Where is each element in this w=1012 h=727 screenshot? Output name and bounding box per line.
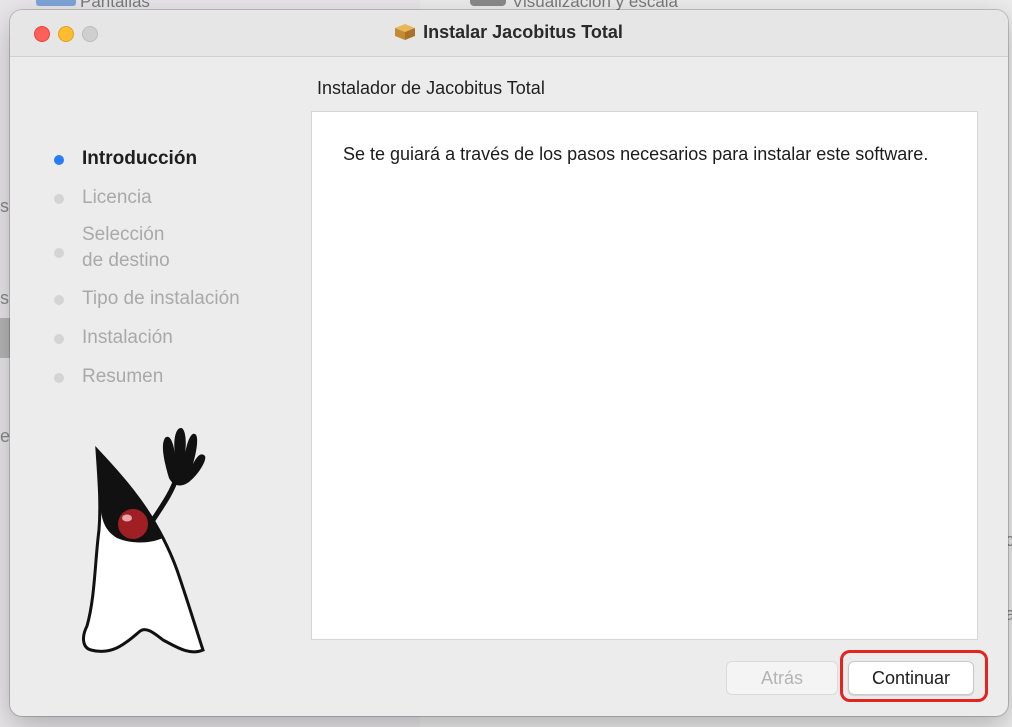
continue-highlight bbox=[840, 650, 988, 702]
background-letter: s bbox=[0, 288, 9, 308]
step-indicator bbox=[54, 334, 64, 344]
step-indicator bbox=[54, 155, 64, 165]
window-title: Instalar Jacobitus Total bbox=[10, 22, 1008, 43]
background-toggle bbox=[470, 0, 506, 6]
background-letter: s bbox=[0, 196, 9, 216]
window-title-text: Instalar Jacobitus Total bbox=[423, 22, 623, 42]
step-indicator bbox=[54, 373, 64, 383]
background-letter: e bbox=[0, 426, 11, 446]
introduction-text: Se te guiará a través de los pasos neces… bbox=[343, 144, 929, 164]
duke-mascot-icon bbox=[82, 428, 206, 654]
installer-subtitle: Instalador de Jacobitus Total bbox=[317, 78, 545, 98]
step-indicator bbox=[54, 194, 64, 204]
step-label: Tipo de instalación bbox=[82, 288, 240, 309]
step-label: Licencia bbox=[82, 187, 152, 208]
step-label: Selección de destino bbox=[82, 224, 170, 271]
title-bar: Instalar Jacobitus Total bbox=[10, 10, 1008, 57]
background-selection bbox=[0, 318, 10, 358]
back-button[interactable]: Atrás bbox=[726, 661, 838, 695]
step-label: Introducción bbox=[82, 148, 198, 169]
display-icon bbox=[36, 0, 76, 6]
package-icon bbox=[395, 24, 416, 40]
step-label: Resumen bbox=[82, 366, 164, 387]
step-indicator bbox=[54, 295, 64, 305]
content-panel: Se te guiará a través de los pasos neces… bbox=[311, 111, 978, 640]
step-label: Instalación bbox=[82, 327, 173, 348]
installer-window: Instalar Jacobitus Total Instalador de J… bbox=[10, 10, 1008, 716]
step-indicator bbox=[54, 248, 64, 258]
